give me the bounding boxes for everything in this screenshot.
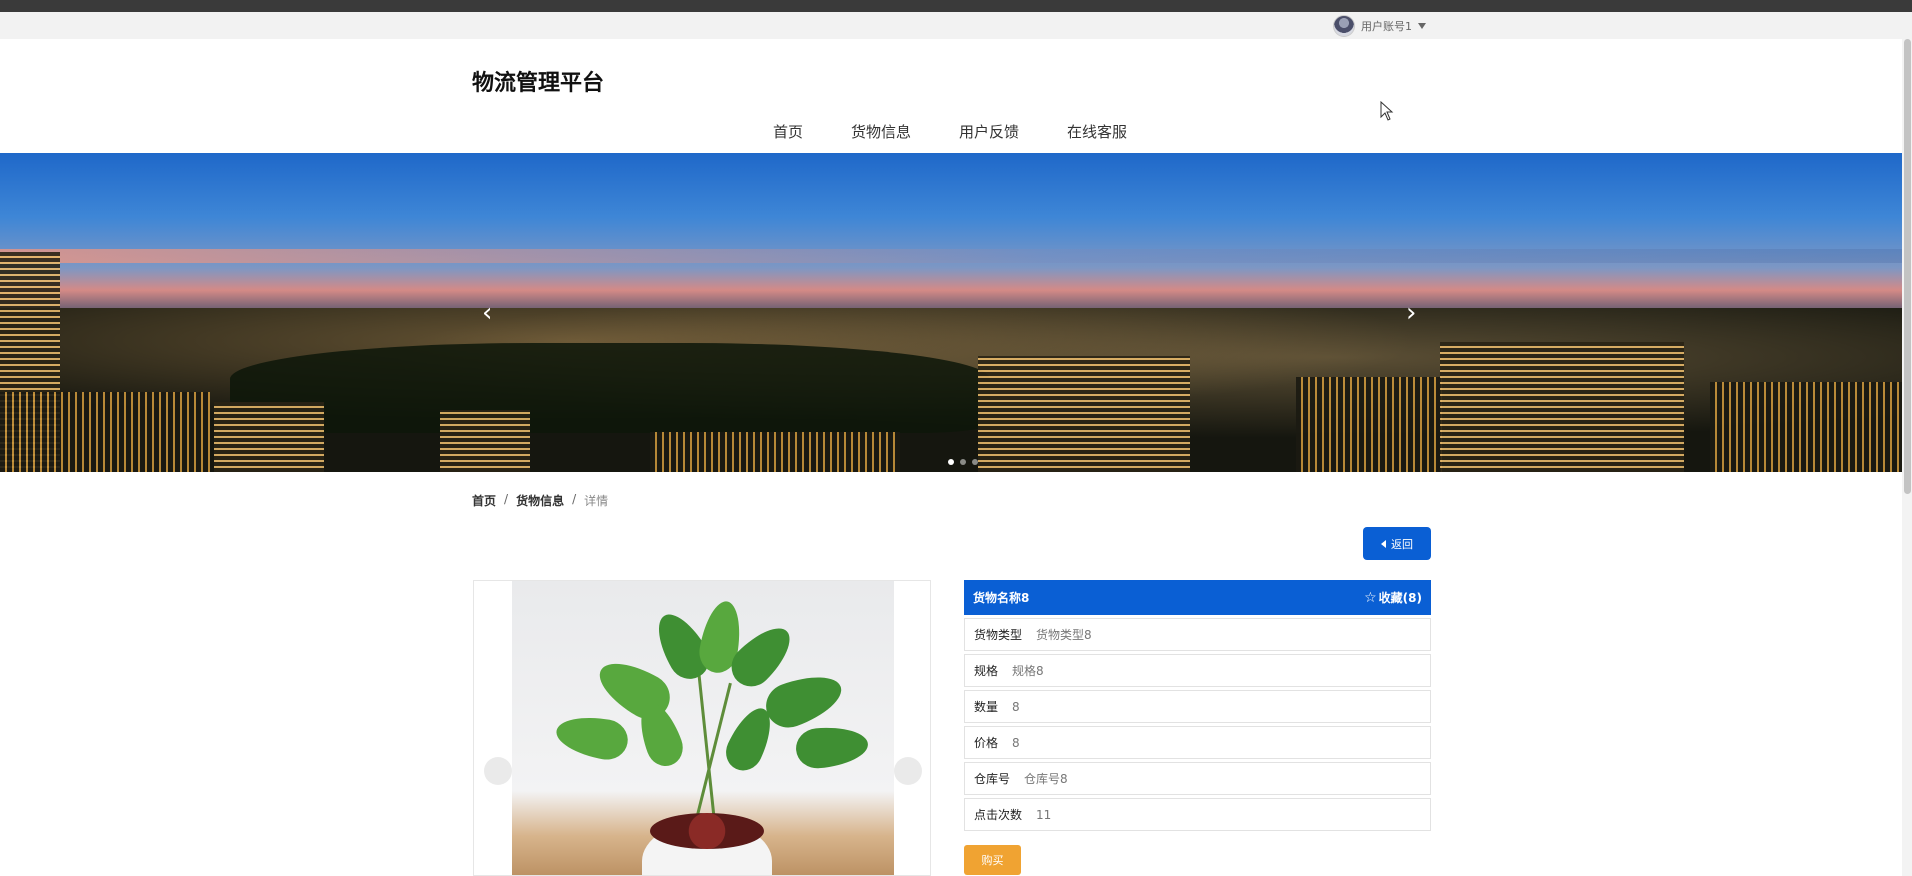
breadcrumb-home[interactable]: 首页	[472, 492, 496, 509]
plant-leaf	[553, 711, 631, 763]
nav-item-goods-info[interactable]: 货物信息	[851, 121, 911, 142]
plant-leaf	[759, 665, 849, 735]
mouse-cursor-icon	[1380, 101, 1394, 121]
user-menu[interactable]: 用户账号1	[1333, 14, 1426, 37]
banner-building	[1440, 342, 1684, 472]
main-nav: 首页 货物信息 用户反馈 在线客服	[0, 121, 1900, 142]
info-row-price: 价格 8	[964, 726, 1431, 759]
site-title: 物流管理平台	[472, 71, 605, 96]
plant-soil	[650, 813, 764, 849]
buy-button[interactable]: 购买	[964, 845, 1021, 875]
info-value: 8	[1012, 735, 1020, 750]
info-value: 8	[1012, 699, 1020, 714]
banner-sky	[0, 249, 1902, 263]
chevron-down-icon	[1418, 22, 1426, 29]
banner-dot[interactable]	[972, 459, 978, 465]
info-label: 点击次数	[974, 808, 1023, 822]
product-title-bar: 货物名称8 ☆ 收藏(8)	[964, 580, 1431, 615]
banner-building	[214, 402, 324, 472]
info-row-clicks: 点击次数 11	[964, 798, 1431, 831]
banner-next-arrow-icon[interactable]: ›	[1406, 300, 1426, 326]
star-outline-icon: ☆	[1364, 589, 1377, 606]
favorite-label: 收藏(8)	[1378, 591, 1422, 605]
banner-dot[interactable]	[948, 459, 954, 465]
banner-building	[0, 392, 210, 472]
banner-prev-arrow-icon[interactable]: ‹	[482, 300, 502, 326]
avatar	[1333, 14, 1355, 37]
banner-building	[650, 432, 900, 472]
scrollbar-thumb[interactable]	[1904, 39, 1911, 494]
info-row-type: 货物类型 货物类型8	[964, 618, 1431, 651]
info-value: 11	[1036, 807, 1052, 822]
breadcrumb-goods-info[interactable]: 货物信息	[516, 492, 564, 509]
info-value: 货物类型8	[1036, 628, 1092, 642]
caret-left-icon	[1381, 539, 1386, 548]
info-label: 货物类型	[974, 628, 1023, 642]
user-bar: 用户账号1	[0, 12, 1912, 39]
user-account-label: 用户账号1	[1361, 19, 1412, 33]
product-gallery	[473, 580, 931, 876]
nav-item-online-service[interactable]: 在线客服	[1067, 121, 1127, 142]
banner-carousel[interactable]: ‹ ›	[0, 153, 1902, 472]
plant-leaf	[794, 723, 870, 771]
favorite-button[interactable]: ☆ 收藏(8)	[1364, 589, 1422, 606]
banner-building	[440, 410, 530, 472]
back-button[interactable]: 返回	[1363, 527, 1431, 560]
info-row-quantity: 数量 8	[964, 690, 1431, 723]
gallery-next-arrow-icon[interactable]	[894, 757, 922, 785]
product-name: 货物名称8	[973, 591, 1030, 605]
info-label: 仓库号	[974, 772, 1011, 786]
gallery-prev-arrow-icon[interactable]	[484, 757, 512, 785]
site-header: 物流管理平台 首页 货物信息 用户反馈 在线客服	[0, 39, 1912, 153]
breadcrumb-separator: /	[572, 492, 577, 506]
os-title-bar	[0, 0, 1912, 12]
banner-building	[978, 356, 1190, 472]
back-button-label: 返回	[1391, 537, 1413, 551]
info-label: 价格	[974, 736, 999, 750]
info-value: 规格8	[1012, 664, 1044, 678]
breadcrumb-separator: /	[504, 492, 509, 506]
nav-item-home[interactable]: 首页	[773, 121, 803, 142]
page-scrollbar[interactable]	[1902, 39, 1912, 876]
banner-park	[230, 343, 990, 433]
breadcrumb-current: 详情	[584, 494, 609, 508]
nav-item-feedback[interactable]: 用户反馈	[959, 121, 1019, 142]
breadcrumb: 首页 / 货物信息 / 详情	[472, 492, 608, 509]
info-label: 数量	[974, 700, 999, 714]
product-info-panel: 货物名称8 ☆ 收藏(8) 货物类型 货物类型8 规格 规格8 数量 8 价格 …	[964, 580, 1431, 831]
banner-dots	[948, 459, 978, 465]
banner-building	[1296, 377, 1442, 472]
product-image	[512, 581, 894, 875]
banner-building	[1710, 382, 1902, 472]
info-row-spec: 规格 规格8	[964, 654, 1431, 687]
info-value: 仓库号8	[1024, 772, 1068, 786]
info-row-warehouse: 仓库号 仓库号8	[964, 762, 1431, 795]
banner-dot[interactable]	[960, 459, 966, 465]
info-label: 规格	[974, 664, 999, 678]
